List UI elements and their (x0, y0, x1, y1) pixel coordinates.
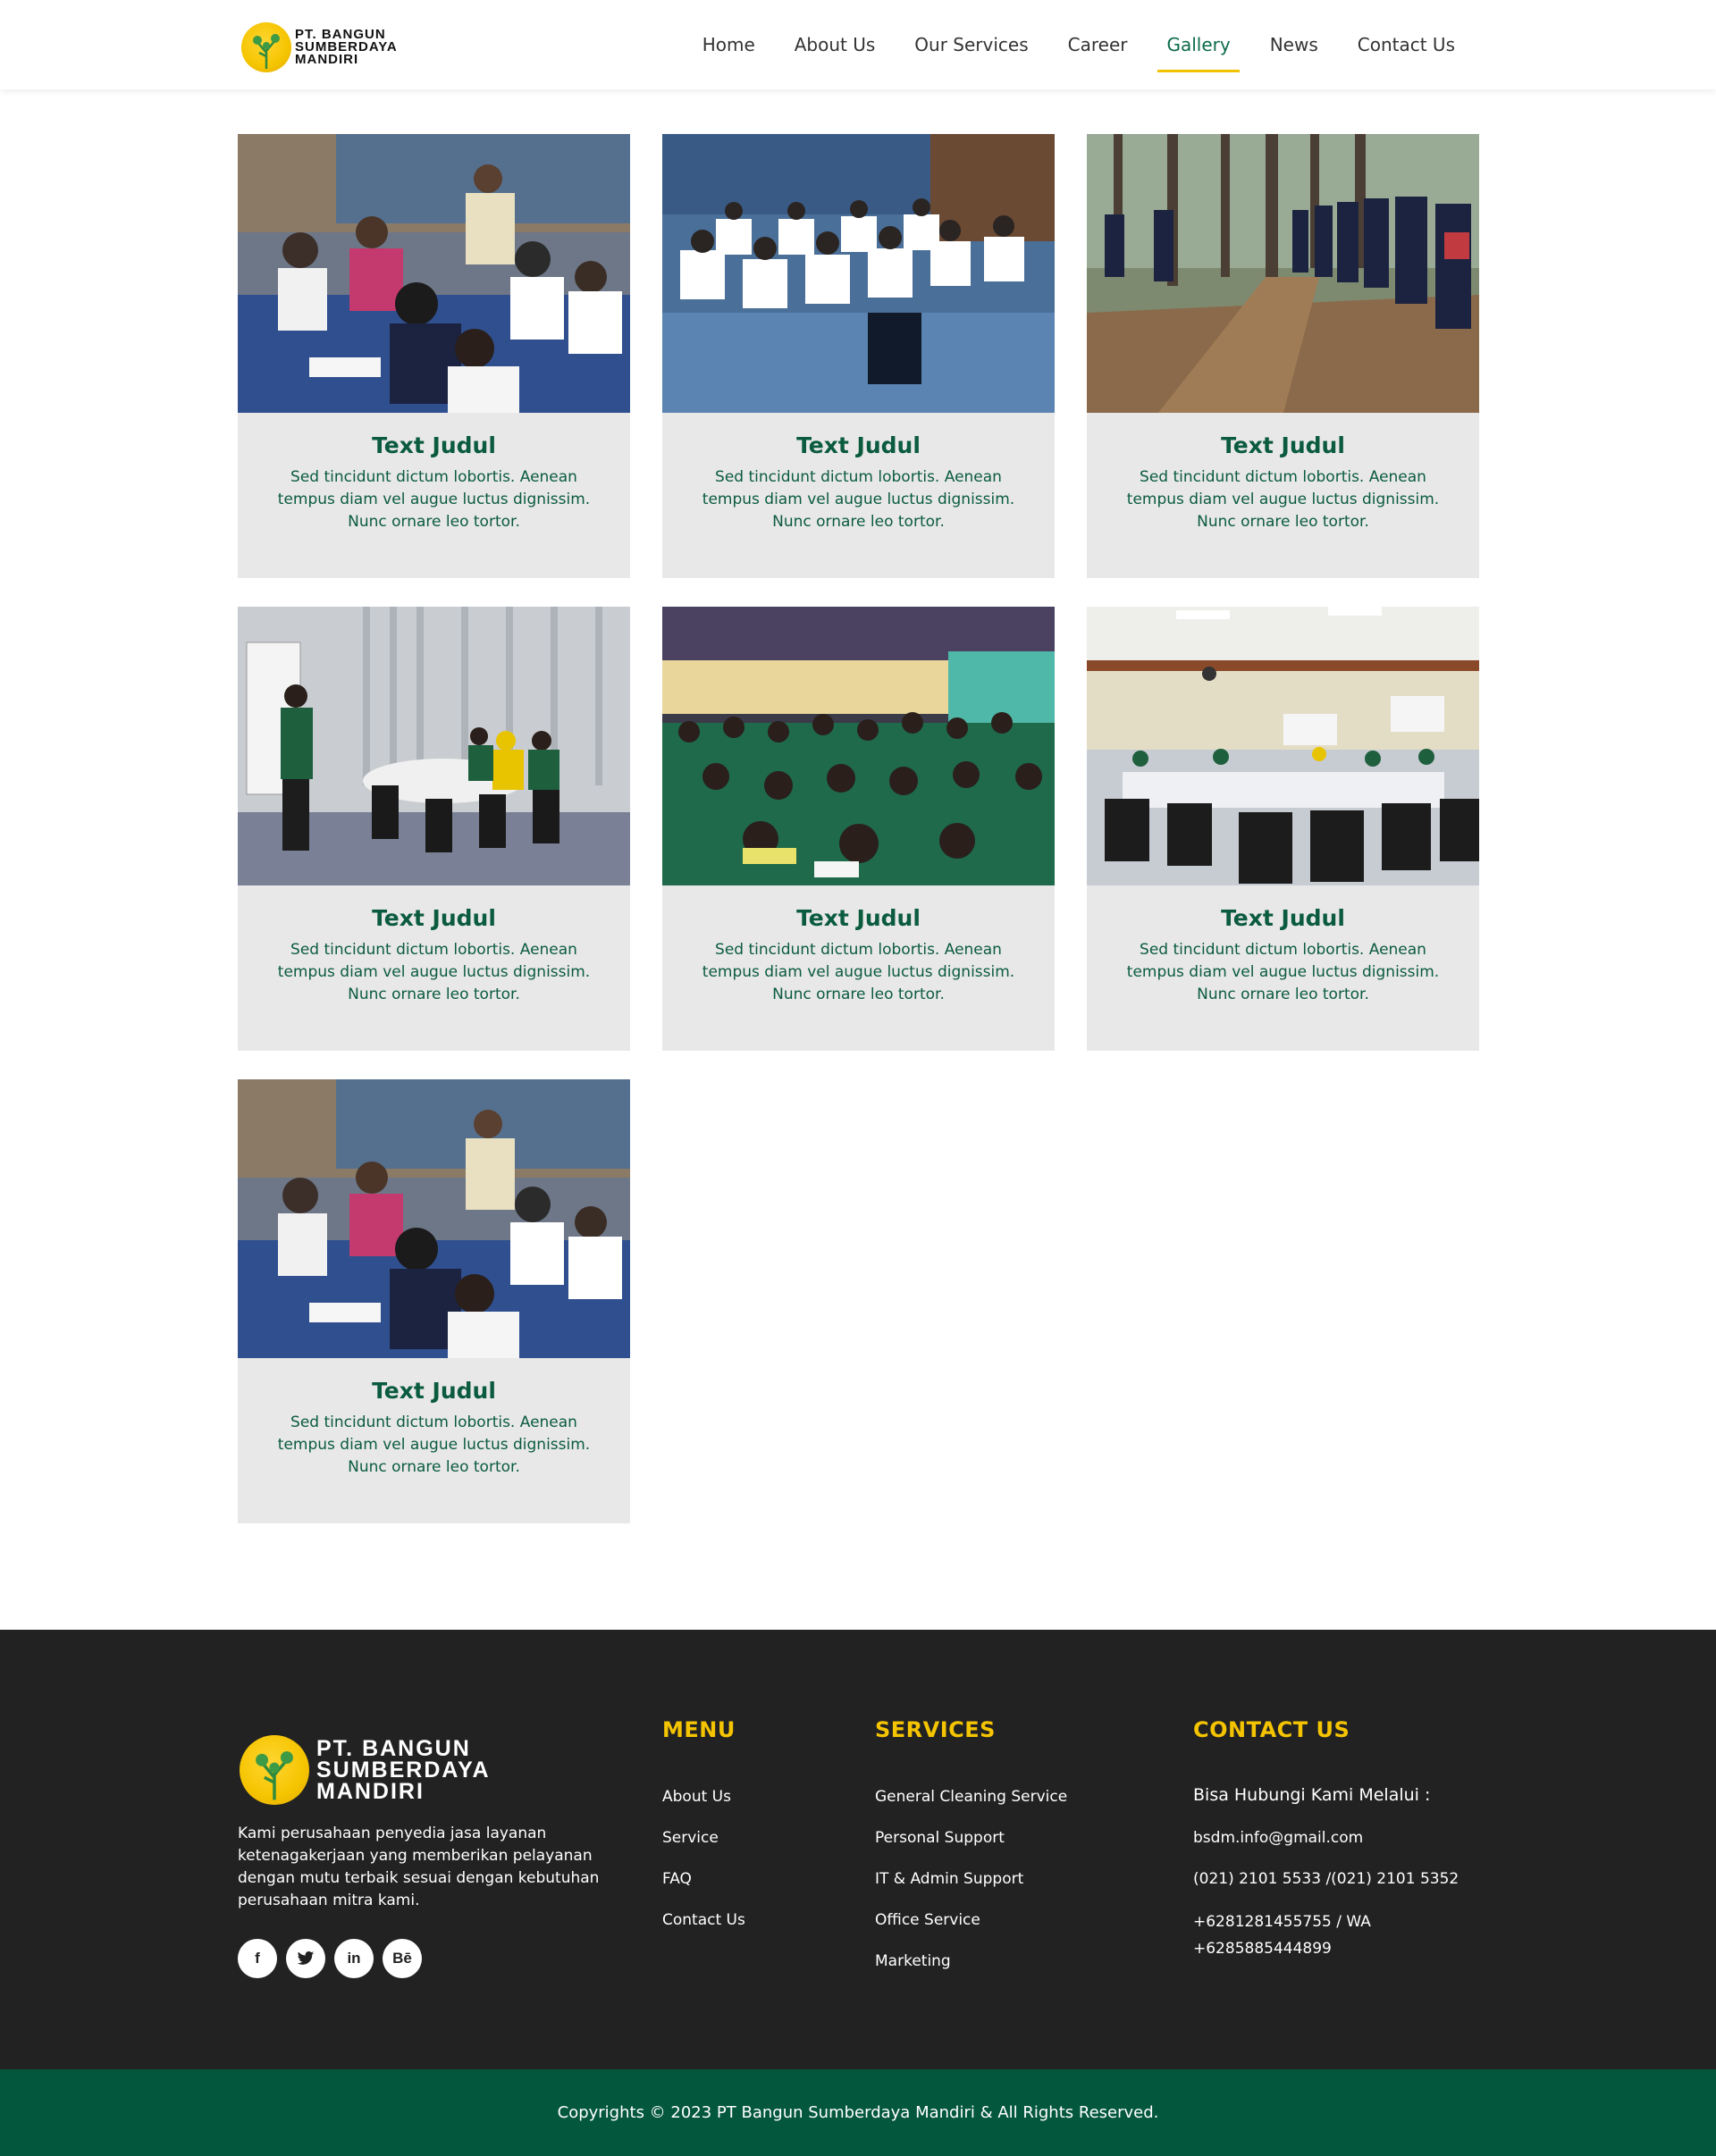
logo-line: SUMBERDAYA (316, 1758, 491, 1783)
gallery-photo[interactable] (238, 607, 630, 885)
gallery-photo[interactable] (1087, 134, 1479, 413)
footer-link-it-admin-support[interactable]: IT & Admin Support (875, 1867, 1161, 1909)
nav-contact-us[interactable]: Contact Us (1338, 0, 1475, 89)
card-title: Text Judul (796, 432, 921, 458)
footer-contact-heading: CONTACT US (1193, 1717, 1350, 1742)
footer-menu-column: MENU About Us Service FAQ Contact Us (662, 1717, 745, 1929)
gallery-card[interactable]: Text Judul Sed tincidunt dictum lobortis… (1087, 134, 1479, 578)
copyright-bar: Copyrights © 2023 PT Bangun Sumberdaya M… (0, 2069, 1716, 2156)
logo-line: MANDIRI (295, 52, 359, 67)
copyright-text: Copyrights © 2023 PT Bangun Sumberdaya M… (557, 2103, 1159, 2122)
contact-whatsapp-1[interactable]: +6281281455755 / WA (1193, 1909, 1479, 1935)
footer-about-text: Kami perusahaan penyedia jasa layanan ke… (238, 1825, 600, 1909)
card-description: Sed tincidunt dictum lobortis. Aenean te… (702, 468, 1015, 531)
card-description: Sed tincidunt dictum lobortis. Aenean te… (277, 941, 591, 1003)
card-description: Sed tincidunt dictum lobortis. Aenean te… (1126, 468, 1440, 531)
footer-services-column: SERVICES General Cleaning Service Person… (875, 1717, 1067, 1970)
site-header: PT. BANGUN SUMBERDAYA MANDIRI Home About… (0, 0, 1716, 89)
card-title: Text Judul (372, 432, 496, 458)
site-footer: PT. BANGUN SUMBERDAYA MANDIRI Kami perus… (0, 1630, 1716, 2069)
contact-whatsapp-2[interactable]: +6285885444899 (1193, 1935, 1479, 1962)
footer-link-personal-support[interactable]: Personal Support (875, 1826, 1161, 1867)
gallery-card[interactable]: Text Judul Sed tincidunt dictum lobortis… (238, 134, 630, 578)
logo-line: PT. BANGUN (316, 1736, 471, 1761)
contact-intro: Bisa Hubungi Kami Melalui : (1193, 1785, 1431, 1805)
footer-services-heading: SERVICES (875, 1717, 996, 1742)
card-title: Text Judul (796, 905, 921, 931)
card-description: Sed tincidunt dictum lobortis. Aenean te… (702, 941, 1015, 1003)
gallery-photo[interactable] (238, 134, 630, 413)
footer-link-office-service[interactable]: Office Service (875, 1909, 1161, 1950)
footer-link-marketing[interactable]: Marketing (875, 1950, 1161, 1991)
main-nav: Home About Us Our Services Career Galler… (683, 0, 1475, 89)
card-title: Text Judul (372, 905, 496, 931)
logo-emblem-icon (240, 1735, 309, 1805)
gallery-card[interactable]: Text Judul Sed tincidunt dictum lobortis… (662, 607, 1055, 1051)
card-description: Sed tincidunt dictum lobortis. Aenean te… (277, 468, 591, 531)
social-links: f in Bē (238, 1939, 422, 1978)
facebook-icon[interactable]: f (238, 1939, 277, 1978)
company-logo[interactable]: PT. BANGUN SUMBERDAYA MANDIRI (241, 22, 398, 72)
footer-link-general-cleaning[interactable]: General Cleaning Service (875, 1785, 1161, 1826)
logo-text: PT. BANGUN SUMBERDAYA MANDIRI (295, 28, 398, 67)
gallery-card[interactable]: Text Judul Sed tincidunt dictum lobortis… (1087, 607, 1479, 1051)
contact-phone[interactable]: (021) 2101 5533 /(021) 2101 5352 (1193, 1867, 1479, 1909)
logo-line: MANDIRI (316, 1779, 425, 1804)
card-description: Sed tincidunt dictum lobortis. Aenean te… (1126, 941, 1440, 1003)
card-description: Sed tincidunt dictum lobortis. Aenean te… (277, 1414, 591, 1476)
gallery-photo[interactable] (662, 134, 1055, 413)
card-title: Text Judul (372, 1378, 496, 1404)
nav-about-us[interactable]: About Us (775, 0, 896, 89)
linkedin-icon[interactable]: in (334, 1939, 374, 1978)
footer-services-list: General Cleaning Service Personal Suppor… (875, 1785, 1161, 1991)
gallery-card[interactable]: Text Judul Sed tincidunt dictum lobortis… (238, 607, 630, 1051)
nav-gallery[interactable]: Gallery (1147, 0, 1249, 89)
nav-our-services[interactable]: Our Services (895, 0, 1047, 89)
nav-home[interactable]: Home (683, 0, 775, 89)
card-title: Text Judul (1221, 905, 1345, 931)
footer-contact-list: Bisa Hubungi Kami Melalui : bsdm.info@gm… (1193, 1785, 1479, 1962)
card-title: Text Judul (1221, 432, 1345, 458)
logo-emblem-icon (241, 22, 291, 72)
footer-menu-heading: MENU (662, 1717, 736, 1742)
footer-logo[interactable]: PT. BANGUN SUMBERDAYA MANDIRI (240, 1735, 491, 1805)
gallery-card[interactable]: Text Judul Sed tincidunt dictum lobortis… (238, 1079, 630, 1523)
contact-email[interactable]: bsdm.info@gmail.com (1193, 1826, 1479, 1867)
behance-icon[interactable]: Bē (383, 1939, 422, 1978)
gallery-photo[interactable] (238, 1079, 630, 1358)
gallery-card[interactable]: Text Judul Sed tincidunt dictum lobortis… (662, 134, 1055, 578)
footer-contact-column: CONTACT US Bisa Hubungi Kami Melalui : b… (1193, 1717, 1459, 1958)
twitter-icon[interactable] (286, 1939, 325, 1978)
nav-career[interactable]: Career (1048, 0, 1148, 89)
gallery-photo[interactable] (662, 607, 1055, 885)
footer-logo-text: PT. BANGUN SUMBERDAYA MANDIRI (316, 1736, 491, 1804)
nav-news[interactable]: News (1250, 0, 1338, 89)
gallery-photo[interactable] (1087, 607, 1479, 885)
